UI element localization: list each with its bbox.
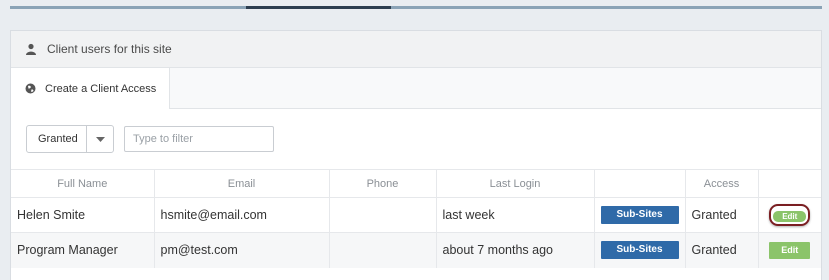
cell-email: pm@test.com — [154, 232, 330, 268]
filter-input[interactable] — [124, 126, 274, 152]
col-header-subsites — [594, 169, 686, 198]
cell-full-name: Helen Smite — [11, 197, 155, 233]
sub-sites-button[interactable]: Sub-Sites — [600, 241, 679, 260]
caret-down-icon[interactable] — [86, 126, 113, 152]
panel-title: Client users for this site — [47, 42, 172, 56]
cell-actions: Edit — [758, 197, 821, 233]
col-header-phone[interactable]: Phone — [329, 169, 437, 198]
access-filter-value: Granted — [38, 133, 78, 145]
col-header-access[interactable]: Access — [685, 169, 759, 198]
cell-actions: Edit — [758, 232, 821, 268]
col-header-full-name[interactable]: Full Name — [11, 169, 155, 198]
edit-button-highlight: Edit — [769, 204, 811, 226]
cell-phone — [329, 197, 437, 233]
users-table: Full Name Email Phone Last Login Access … — [11, 169, 821, 268]
user-icon — [25, 43, 37, 55]
client-users-panel: Client users for this site Create a Clie… — [10, 30, 822, 280]
col-header-actions — [758, 169, 821, 198]
top-progress-bar — [10, 6, 822, 9]
cell-subsites: Sub-Sites — [594, 197, 686, 233]
table-row: Program Manager pm@test.com about 7 mont… — [11, 232, 821, 268]
top-progress-active — [246, 6, 391, 9]
globe-icon — [25, 83, 36, 94]
cell-access: Granted — [685, 197, 759, 233]
cell-subsites: Sub-Sites — [594, 232, 686, 268]
edit-button[interactable]: Edit — [769, 241, 811, 259]
cell-phone — [329, 232, 437, 268]
tab-label: Create a Client Access — [45, 82, 157, 95]
cell-access: Granted — [685, 232, 759, 268]
cell-last-login: last week — [436, 197, 595, 233]
panel-heading: Client users for this site — [11, 31, 821, 68]
filter-row: Granted — [26, 125, 274, 153]
col-header-email[interactable]: Email — [154, 169, 330, 198]
edit-button[interactable]: Edit — [773, 211, 807, 222]
table-row: Helen Smite hsmite@email.com last week S… — [11, 197, 821, 233]
cell-last-login: about 7 months ago — [436, 232, 595, 268]
col-header-last-login[interactable]: Last Login — [436, 169, 595, 198]
cell-email: hsmite@email.com — [154, 197, 330, 233]
sub-sites-button[interactable]: Sub-Sites — [600, 206, 679, 224]
table-header-row: Full Name Email Phone Last Login Access — [11, 169, 821, 198]
cell-full-name: Program Manager — [11, 232, 155, 268]
tab-create-client-access[interactable]: Create a Client Access — [11, 68, 170, 109]
tab-bar: Create a Client Access — [11, 68, 821, 109]
access-filter-select[interactable]: Granted — [26, 125, 114, 153]
